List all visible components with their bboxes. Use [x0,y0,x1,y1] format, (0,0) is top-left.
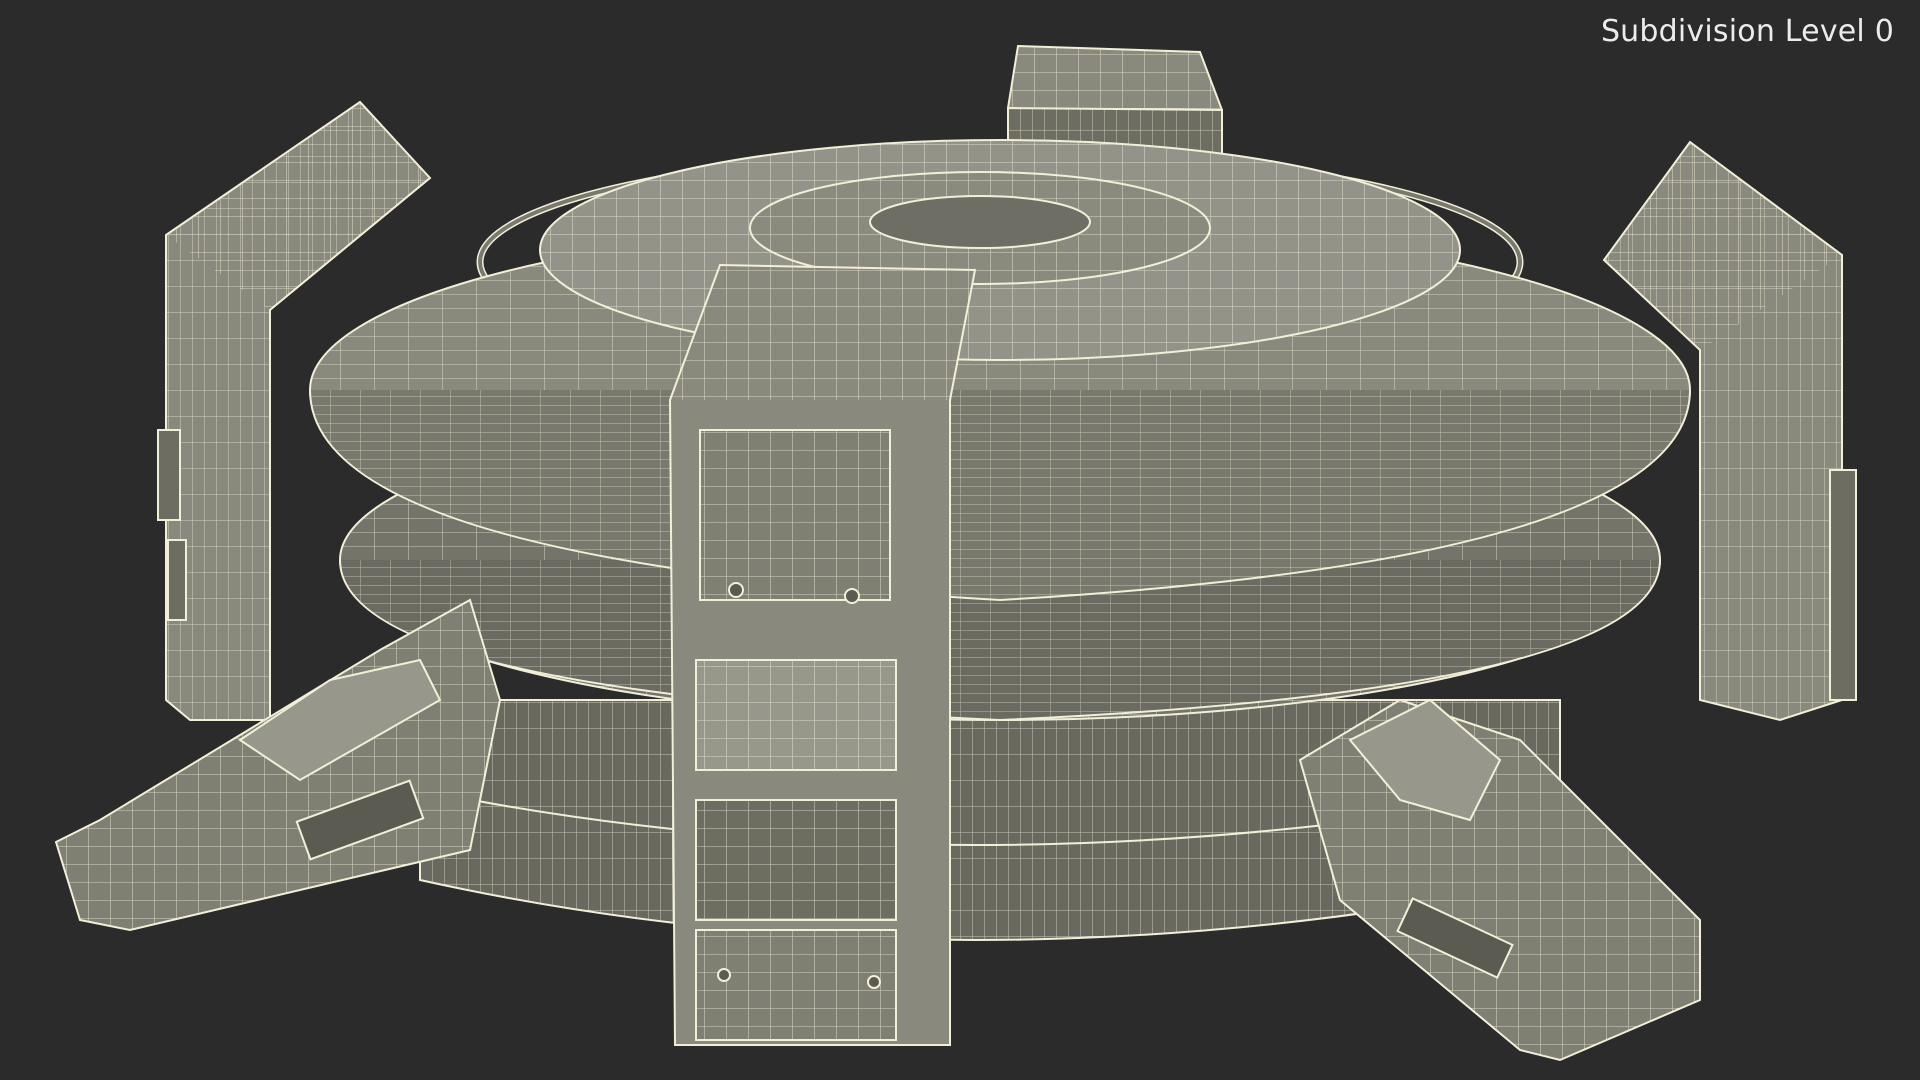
render-viewport[interactable]: Subdivision Level 0 [0,0,1920,1080]
right-leg [1298,698,1701,1062]
wireframe-model [54,44,1857,1062]
front-pillar [668,263,977,1046]
top-dome [539,139,1461,361]
subdivision-level-label: Subdivision Level 0 [1600,14,1894,49]
